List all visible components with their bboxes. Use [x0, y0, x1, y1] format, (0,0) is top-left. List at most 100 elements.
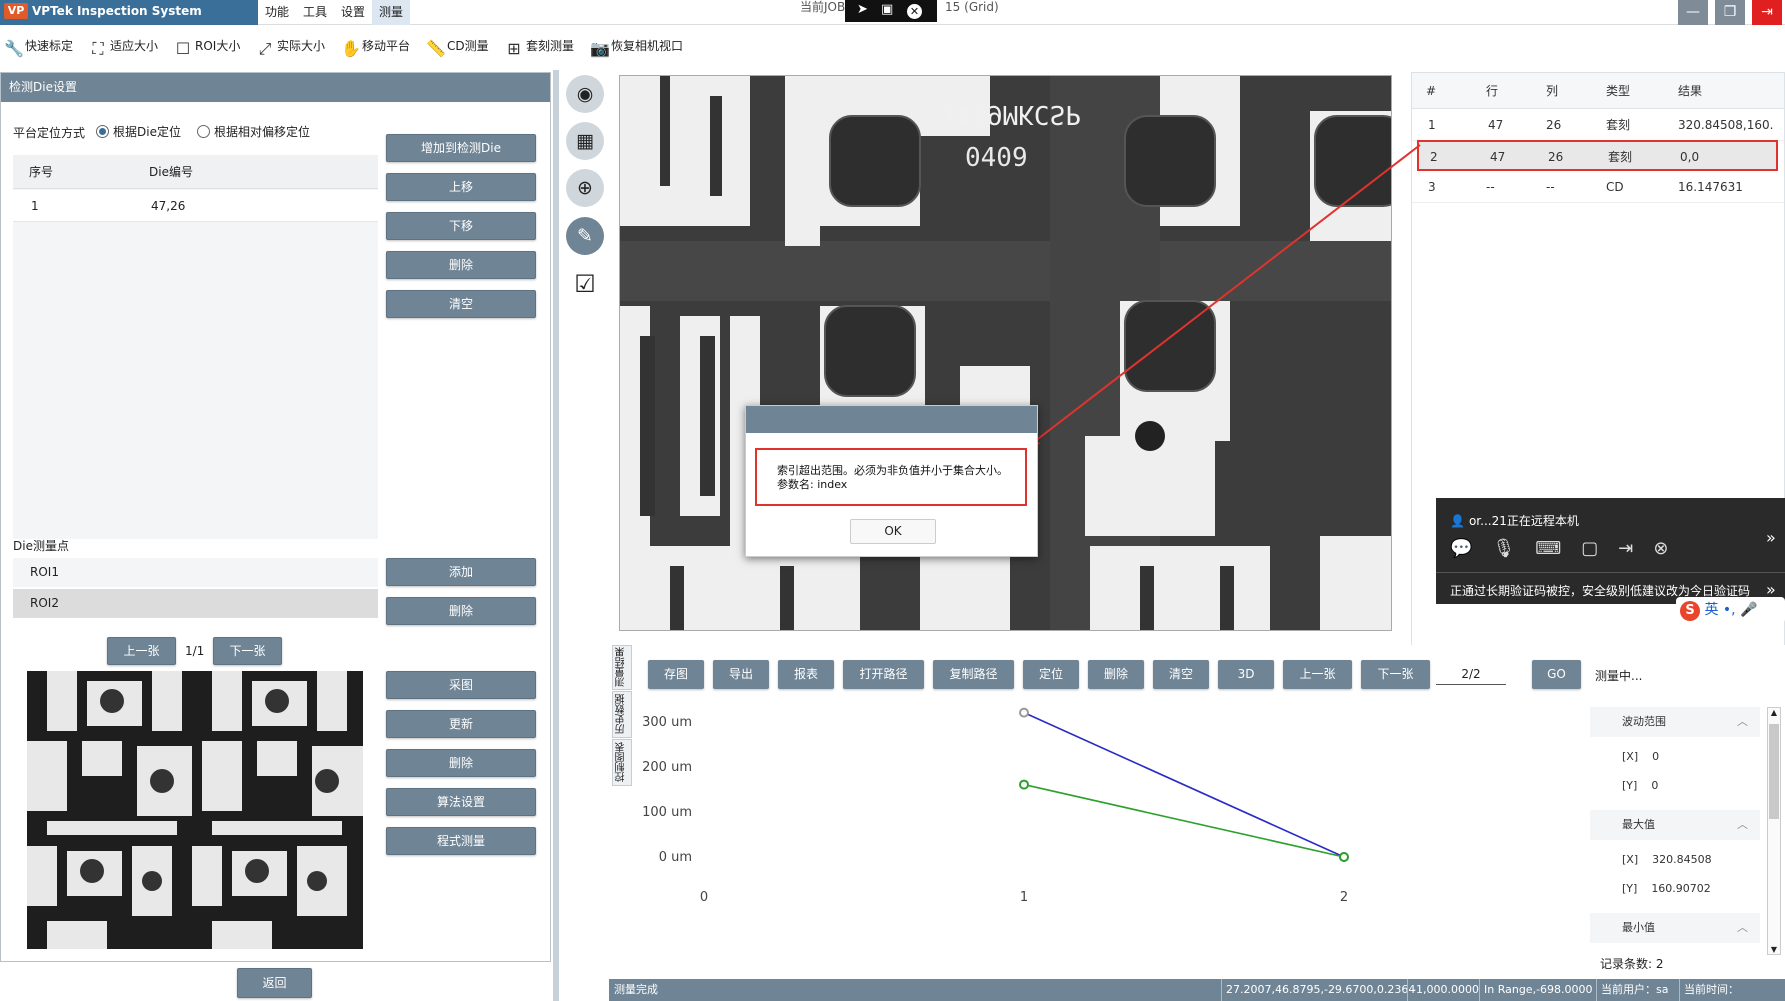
cell-result: 0,0	[1680, 150, 1700, 164]
go-button[interactable]: GO	[1532, 660, 1581, 689]
maximize-button[interactable]: ❐	[1715, 0, 1745, 25]
ok-button[interactable]: OK	[850, 519, 936, 544]
table-row[interactable]: 1 47 26 套刻 320.84508,160.	[1412, 110, 1784, 141]
next-button[interactable]: 下一张	[1361, 660, 1430, 689]
min-header[interactable]: 最小值 ︿	[1590, 913, 1760, 943]
close-circle-icon[interactable]: ⊗	[1653, 538, 1688, 559]
minimize-button[interactable]: —	[1678, 0, 1708, 25]
pointer-icon[interactable]: ➤	[857, 2, 868, 17]
tab-control-chart[interactable]: 控制图表	[612, 739, 632, 786]
open-path-button[interactable]: 打开路径	[843, 660, 924, 689]
app-window: VPTek Inspection System 1.0.0.0[Admin] V…	[0, 0, 1785, 1001]
delete-die-button[interactable]: 删除	[386, 251, 536, 279]
toolbar-actual-size[interactable]: ⤢ 实际大小	[256, 35, 325, 58]
table-row[interactable]: 1 47,26	[13, 190, 378, 222]
add-roi-button[interactable]: 添加	[386, 558, 536, 586]
prev-image-button[interactable]: 上一张	[107, 637, 176, 665]
save-image-button[interactable]: 存图	[648, 660, 704, 689]
measure-tool-icon[interactable]: ✎	[566, 217, 604, 255]
ime-toolbar[interactable]: S 英 •, 🎤	[1676, 597, 1785, 623]
toolbar-label: CD测量	[447, 39, 489, 53]
table-row[interactable]: 3 -- -- CD 16.147631	[1412, 172, 1784, 203]
cell-type: 套刻	[1606, 118, 1631, 132]
menu-function[interactable]: 功能	[258, 0, 296, 25]
locate-button[interactable]: 定位	[1023, 660, 1079, 689]
delete-roi-button[interactable]: 删除	[386, 597, 536, 625]
3d-button[interactable]: 3D	[1218, 660, 1274, 689]
toolbar-fit-size[interactable]: ⛶ 适应大小	[89, 35, 158, 58]
row-index: 1	[31, 199, 39, 213]
camera-icon[interactable]: ◉	[566, 75, 604, 113]
title-bar: VPTek Inspection System 1.0.0.0[Admin] V…	[0, 0, 1785, 40]
cell-type: 套刻	[1608, 150, 1633, 164]
max-y-value: 160.90702	[1651, 882, 1711, 895]
error-message: 索引超出范围。必须为非负值并小于集合大小。 参数名: index	[755, 448, 1027, 506]
menu-measure[interactable]: 测量	[372, 0, 411, 25]
range-y-value: 0	[1651, 779, 1659, 792]
clear-button[interactable]: 清空	[1153, 660, 1209, 689]
col-number: #	[1426, 84, 1437, 98]
range-header[interactable]: 波动范围 ︿	[1590, 707, 1760, 737]
series-2-point	[1019, 779, 1029, 790]
screen-icon[interactable]: ▣	[881, 2, 893, 17]
algorithm-settings-button[interactable]: 算法设置	[386, 788, 536, 816]
toolbar-overlay-measure[interactable]: ⊞ 套刻测量	[505, 35, 574, 58]
camera-restore-icon: 📷	[590, 39, 610, 58]
stats-scrollbar[interactable]: ▲ ▼	[1767, 707, 1781, 955]
table-row-selected[interactable]: 2 47 26 套刻 0,0	[1417, 140, 1778, 171]
report-button[interactable]: 报表	[778, 660, 834, 689]
keyboard-icon[interactable]: ⌨	[1535, 538, 1581, 559]
file-transfer-icon[interactable]: ⇥	[1618, 538, 1653, 559]
scroll-down-icon[interactable]: ▼	[1768, 945, 1780, 954]
max-header[interactable]: 最大值 ︿	[1590, 810, 1760, 840]
scroll-up-icon[interactable]: ▲	[1768, 708, 1780, 717]
collapse-icon[interactable]: »	[1766, 528, 1776, 547]
toolbar-cd-measure[interactable]: 📏CD测量	[426, 35, 489, 58]
capture-button[interactable]: 采图	[386, 671, 536, 699]
wafer-map-icon[interactable]: ⊕	[566, 169, 604, 207]
cell-row: --	[1486, 180, 1495, 194]
add-to-die-button[interactable]: 增加到检测Die	[386, 134, 536, 162]
x-tick-label: 2	[1340, 890, 1348, 905]
delete-image-button[interactable]: 删除	[386, 749, 536, 777]
menu-settings[interactable]: 设置	[334, 0, 372, 25]
chat-icon[interactable]: 💬	[1450, 538, 1492, 559]
ruler-icon: 📏	[426, 39, 446, 58]
toolbar-roi-size[interactable]: ☐ ROI大小	[174, 35, 241, 58]
radio-offset-position[interactable]: 根据相对偏移定位	[197, 123, 310, 140]
tab-measure-results[interactable]: 测量结果	[612, 645, 632, 690]
microphone-icon[interactable]: 🎙	[1492, 538, 1535, 559]
checklist-icon[interactable]: ☑	[566, 265, 604, 303]
toolbar-restore-camera[interactable]: 📷恢复相机视口	[590, 35, 683, 58]
grid-sphere-icon[interactable]: ▦	[566, 122, 604, 160]
toolbar-move-stage[interactable]: ✋移动平台	[341, 35, 410, 58]
plus-box-icon: ⊞	[507, 39, 521, 58]
close-button[interactable]: ⇥	[1752, 0, 1782, 25]
list-item-roi1[interactable]: ROI1	[13, 558, 378, 587]
radio-die-position[interactable]: 根据Die定位	[96, 123, 181, 140]
toolbar-quick-calibrate[interactable]: 🔧快速标定	[4, 35, 73, 58]
copy-path-button[interactable]: 复制路径	[933, 660, 1014, 689]
close-remote-icon[interactable]: ✕	[907, 4, 922, 19]
record-count: 记录条数: 2	[1600, 957, 1664, 971]
list-item-roi2[interactable]: ROI2	[13, 589, 378, 618]
export-button[interactable]: 导出	[713, 660, 769, 689]
y-tag: [Y]	[1622, 779, 1638, 792]
program-measure-button[interactable]: 程式测量	[386, 827, 536, 855]
move-down-button[interactable]: 下移	[386, 212, 536, 240]
delete-button[interactable]: 删除	[1088, 660, 1144, 689]
update-button[interactable]: 更新	[386, 710, 536, 738]
error-message-line1: 索引超出范围。必须为非负值并小于集合大小。	[777, 464, 1008, 477]
move-up-button[interactable]: 上移	[386, 173, 536, 201]
next-image-button[interactable]: 下一张	[213, 637, 282, 665]
col-result: 结果	[1678, 84, 1703, 98]
clear-die-button[interactable]: 清空	[386, 290, 536, 318]
back-button[interactable]: 返回	[237, 968, 312, 998]
text-icon[interactable]: ▢	[1581, 538, 1618, 559]
prev-button[interactable]: 上一张	[1283, 660, 1352, 689]
tab-history-data[interactable]: 历史数据	[612, 691, 632, 738]
chevron-up-icon: ︿	[1737, 715, 1748, 728]
menu-tools[interactable]: 工具	[296, 0, 334, 25]
cell-number: 1	[1428, 118, 1436, 132]
scroll-thumb[interactable]	[1769, 724, 1779, 819]
